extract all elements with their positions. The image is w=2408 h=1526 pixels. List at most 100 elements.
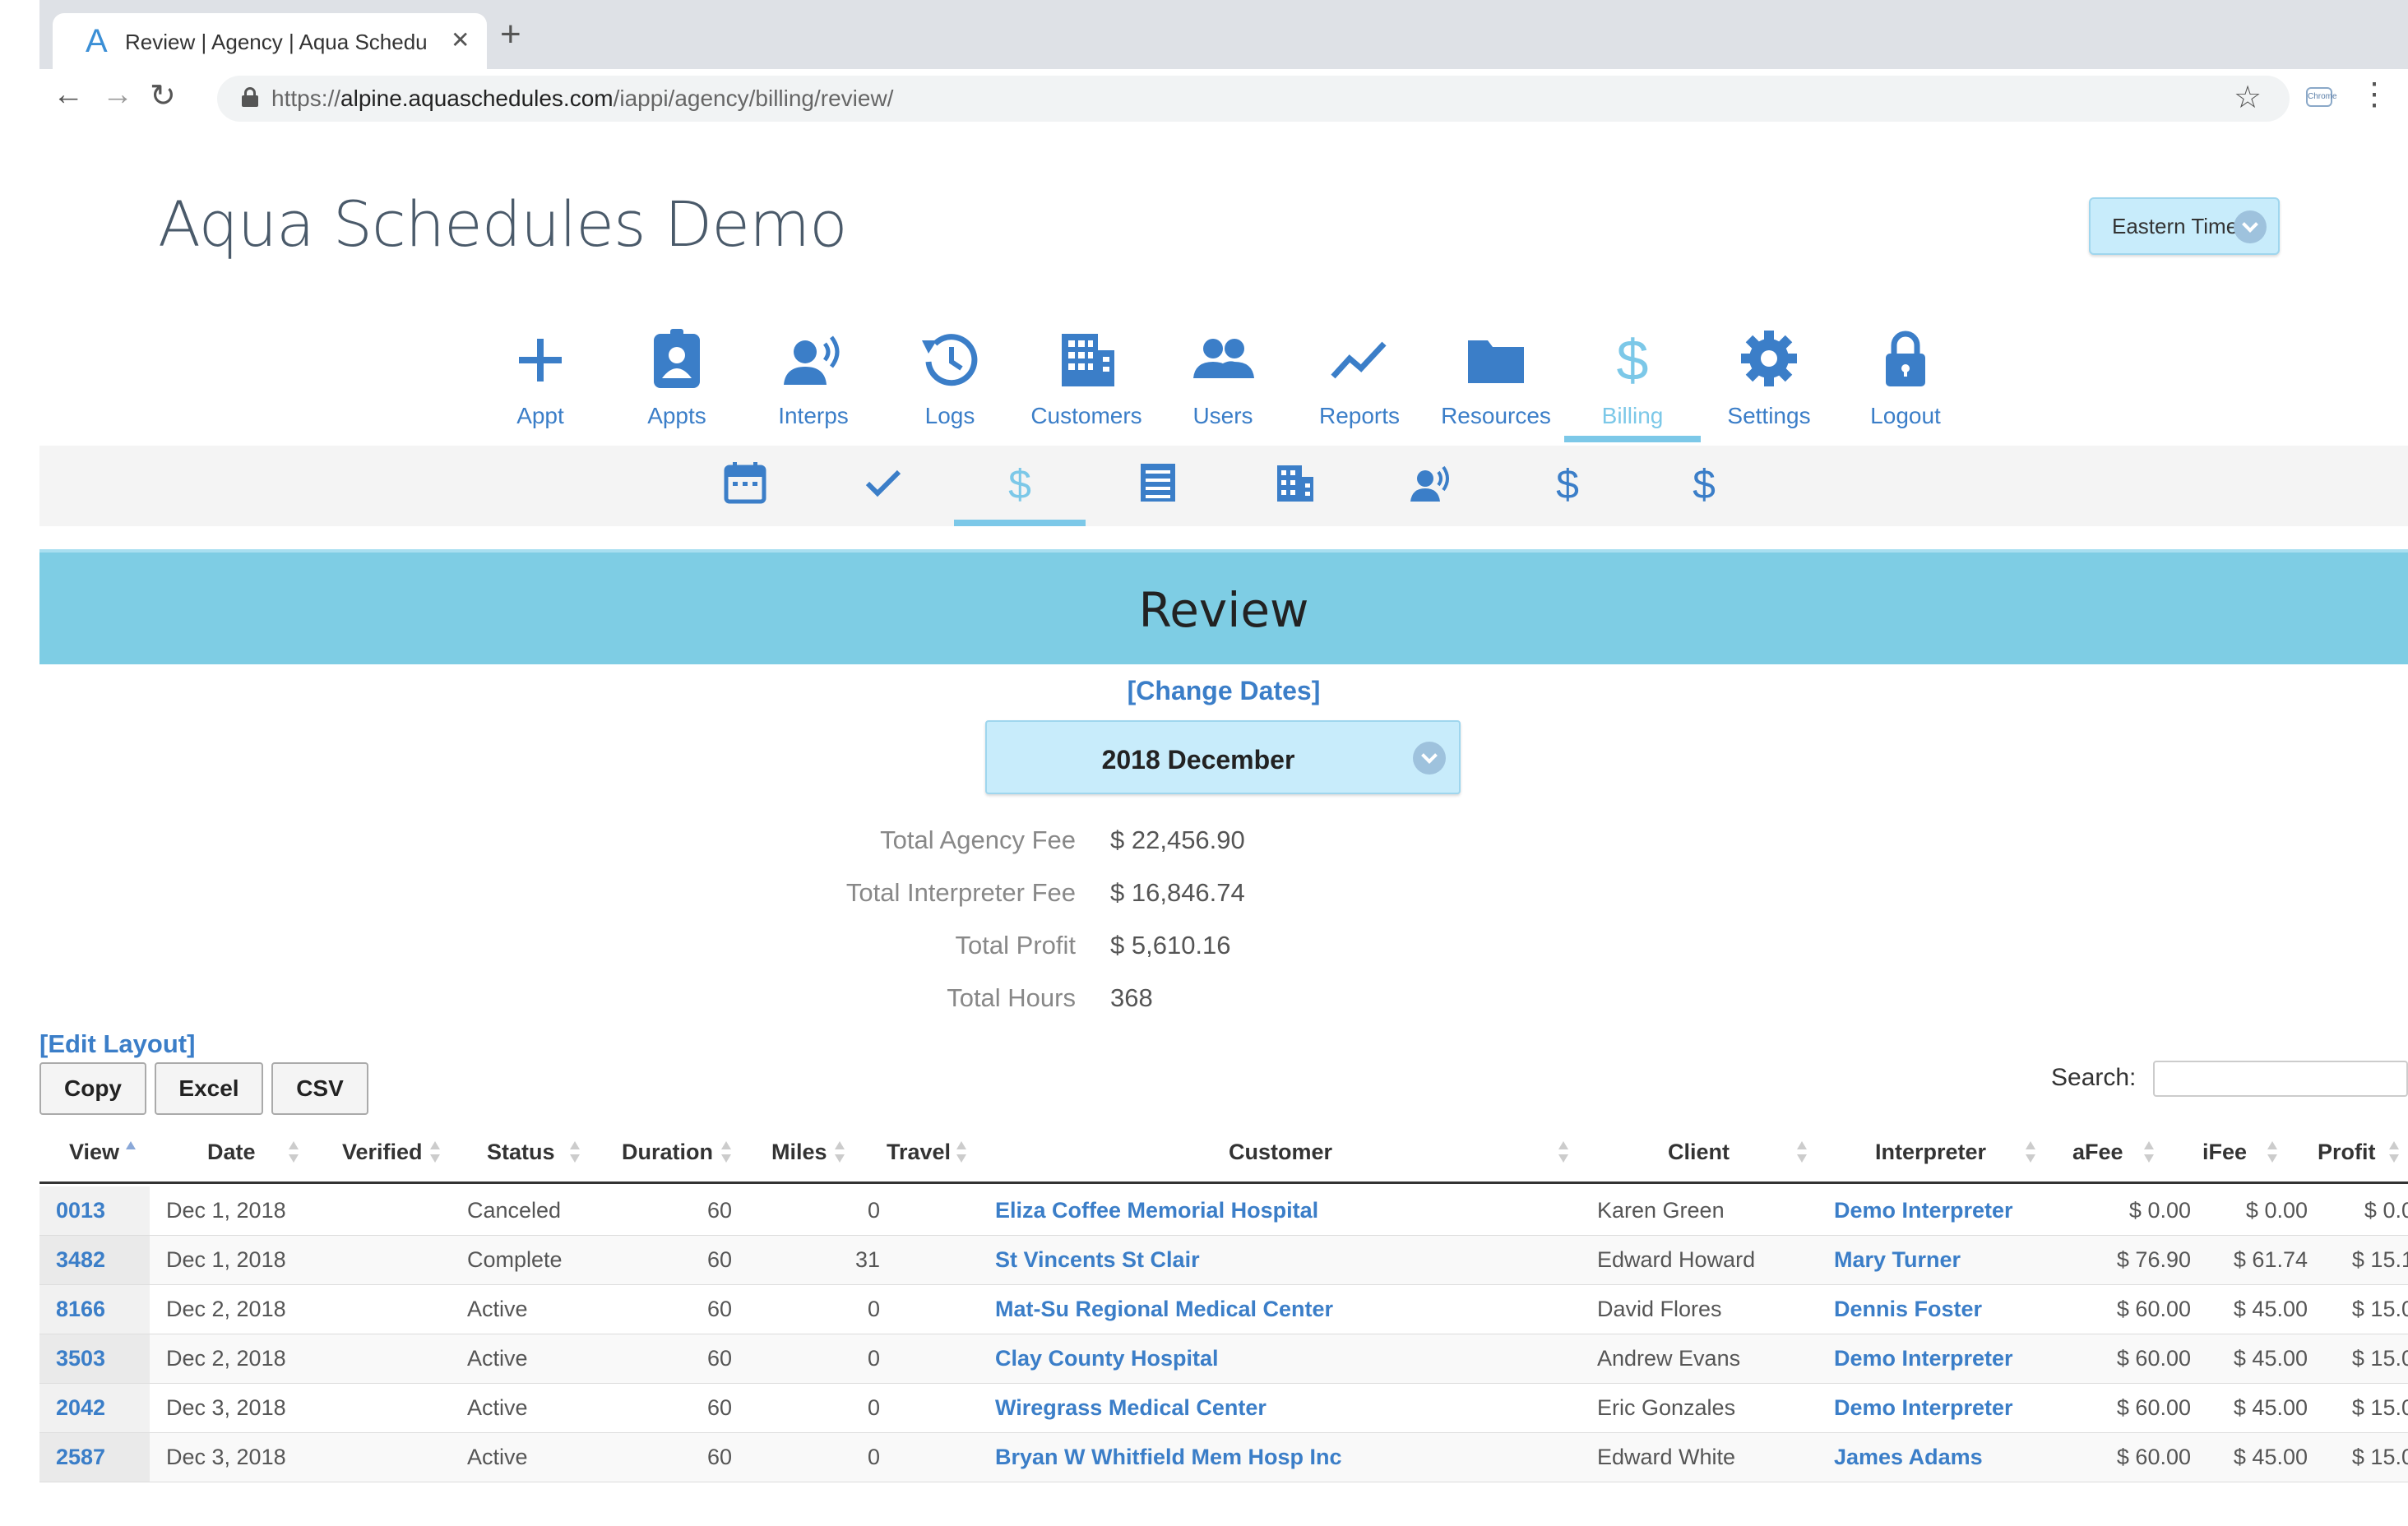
subnav-item-customers[interactable] (1229, 446, 1360, 526)
nav-item-resources[interactable]: Resources (1428, 326, 1564, 444)
sort-icon[interactable] (2025, 1141, 2036, 1164)
sort-icon[interactable] (1796, 1141, 1808, 1164)
nav-item-appt[interactable]: Appt (472, 326, 609, 444)
customer-link[interactable]: Bryan W Whitfield Mem Hosp Inc (995, 1445, 1342, 1470)
status-cell: Complete (467, 1247, 563, 1272)
subnav-item-verify[interactable] (817, 446, 949, 526)
sort-asc-icon[interactable] (125, 1141, 137, 1164)
browser-menu-icon[interactable]: ⋮ (2359, 79, 2390, 110)
nav-item-interps[interactable]: Interps (745, 326, 882, 444)
excel-button[interactable]: Excel (155, 1062, 263, 1115)
sort-icon[interactable] (569, 1141, 581, 1164)
nav-item-billing[interactable]: $ Billing (1564, 326, 1701, 444)
extension-icon[interactable]: Chrome (2306, 87, 2337, 107)
calendar-icon (724, 462, 766, 504)
subnav-item-review[interactable]: $ (954, 446, 1086, 526)
nav-item-settings[interactable]: Settings (1701, 326, 1837, 444)
subnav-item-payroll[interactable]: $ (1502, 446, 1633, 526)
table-row: 3482 Dec 1, 2018 Complete 60 31 St Vince… (39, 1236, 2408, 1285)
column-header-verified[interactable]: Verified (342, 1140, 423, 1165)
view-link[interactable]: 3482 (56, 1247, 105, 1273)
reload-icon[interactable]: ↻ (150, 77, 176, 114)
bookmark-star-icon[interactable]: ☆ (2234, 79, 2262, 116)
sort-icon[interactable] (956, 1141, 967, 1164)
view-link[interactable]: 0013 (56, 1198, 105, 1223)
table-header: View Date Verified Status Duration Miles… (39, 1131, 2408, 1184)
interpreter-link[interactable]: Dennis Foster (1834, 1297, 1982, 1322)
nav-item-logout[interactable]: Logout (1837, 326, 1974, 444)
sort-icon[interactable] (1558, 1141, 1569, 1164)
nav-item-customers[interactable]: Customers (1018, 326, 1155, 444)
column-header-date[interactable]: Date (207, 1140, 256, 1165)
sort-icon[interactable] (288, 1141, 299, 1164)
timezone-select[interactable]: Eastern Time (2089, 197, 2280, 255)
forward-arrow-icon[interactable]: → (102, 77, 133, 113)
month-select[interactable]: 2018 December (985, 720, 1461, 794)
interpreter-link[interactable]: Demo Interpreter (1834, 1395, 2013, 1421)
nav-item-logs[interactable]: Logs (882, 326, 1018, 444)
sort-icon[interactable] (720, 1141, 732, 1164)
nav-item-users[interactable]: Users (1155, 326, 1291, 444)
change-dates-link[interactable]: [Change Dates] (0, 676, 2408, 706)
search-label: Search: (2051, 1064, 2137, 1091)
close-tab-icon[interactable]: ✕ (451, 26, 470, 53)
column-header-status[interactable]: Status (487, 1140, 555, 1165)
sort-icon[interactable] (2143, 1141, 2155, 1164)
customer-link[interactable]: Mat-Su Regional Medical Center (995, 1297, 1333, 1322)
svg-text:$: $ (1693, 461, 1716, 505)
column-header-ifee[interactable]: iFee (2202, 1140, 2247, 1165)
interpreter-link[interactable]: Demo Interpreter (1834, 1346, 2013, 1371)
browser-tab[interactable]: A Review | Agency | Aqua Schedu ✕ (53, 13, 487, 69)
view-link[interactable]: 3503 (56, 1346, 105, 1371)
sort-icon[interactable] (2388, 1141, 2400, 1164)
customer-link[interactable]: Clay County Hospital (995, 1346, 1219, 1371)
view-link[interactable]: 2587 (56, 1445, 105, 1470)
view-link[interactable]: 8166 (56, 1297, 105, 1322)
interpreter-link[interactable]: Mary Turner (1834, 1247, 1961, 1273)
copy-button[interactable]: Copy (39, 1062, 146, 1115)
column-header-client[interactable]: Client (1668, 1140, 1730, 1165)
new-tab-button[interactable]: + (500, 16, 521, 53)
nav-label-settings: Settings (1727, 403, 1811, 428)
favicon-icon: A (86, 23, 108, 59)
total-interpreter-fee-row: Total Interpreter Fee $ 16,846.74 (0, 878, 2408, 931)
customer-link[interactable]: Wiregrass Medical Center (995, 1395, 1267, 1421)
duration-cell: 60 (706, 1198, 732, 1223)
edit-layout-link[interactable]: [Edit Layout] (39, 1029, 195, 1059)
column-header-view[interactable]: View (69, 1140, 119, 1165)
column-header-interpreter[interactable]: Interpreter (1875, 1140, 1986, 1165)
customer-link[interactable]: St Vincents St Clair (995, 1247, 1200, 1273)
afee-cell: $ 0.00 (2128, 1198, 2191, 1223)
sort-icon[interactable] (429, 1141, 441, 1164)
csv-button[interactable]: CSV (271, 1062, 368, 1115)
site-title: Aqua Schedules Demo (158, 187, 848, 261)
subnav-item-interpreters[interactable] (1365, 446, 1497, 526)
address-bar[interactable]: https://alpine.aquaschedules.com/iappi/a… (217, 76, 2290, 122)
column-header-customer[interactable]: Customer (1229, 1140, 1332, 1165)
column-header-travel[interactable]: Travel (887, 1140, 951, 1165)
back-arrow-icon[interactable]: ← (53, 77, 84, 113)
nav-item-reports[interactable]: Reports (1291, 326, 1428, 444)
nav-item-appts[interactable]: Appts (609, 326, 745, 444)
search-input[interactable] (2153, 1061, 2408, 1097)
interpreter-link[interactable]: Demo Interpreter (1834, 1198, 2013, 1223)
svg-text:$: $ (1556, 461, 1579, 505)
duration-cell: 60 (706, 1346, 732, 1371)
column-header-miles[interactable]: Miles (771, 1140, 827, 1165)
tab-strip: A Review | Agency | Aqua Schedu ✕ + (39, 0, 2408, 69)
subnav-item-payments[interactable]: $ (1638, 446, 1770, 526)
column-header-profit[interactable]: Profit (2318, 1140, 2376, 1165)
view-link[interactable]: 2042 (56, 1395, 105, 1421)
interpreter-link[interactable]: James Adams (1834, 1445, 1983, 1470)
subnav-item-invoices[interactable] (1092, 446, 1224, 526)
sort-icon[interactable] (2267, 1141, 2278, 1164)
customer-link[interactable]: Eliza Coffee Memorial Hospital (995, 1198, 1318, 1223)
total-label: Total Profit (955, 931, 1076, 960)
users-icon (1193, 339, 1254, 378)
sort-icon[interactable] (834, 1141, 845, 1164)
subnav-item-calendar[interactable] (679, 446, 811, 526)
column-header-duration[interactable]: Duration (622, 1140, 713, 1165)
nav-label-appts: Appts (647, 403, 706, 428)
miles-cell: 0 (867, 1346, 880, 1371)
column-header-afee[interactable]: aFee (2072, 1140, 2123, 1165)
